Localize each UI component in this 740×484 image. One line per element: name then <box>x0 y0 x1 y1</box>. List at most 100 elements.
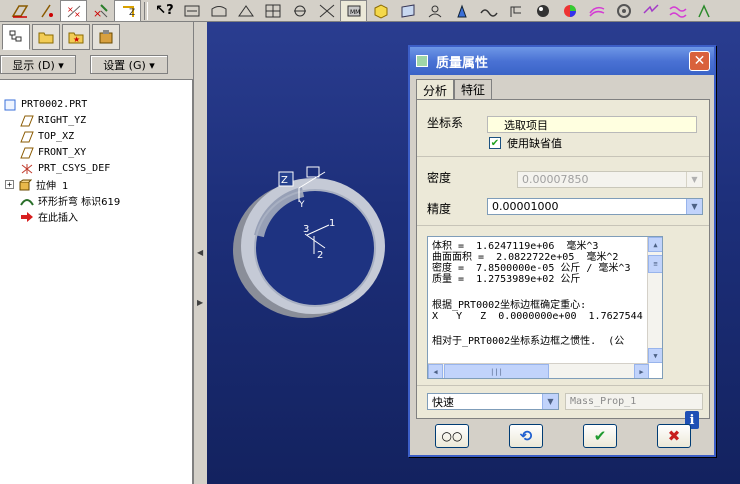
section-icon[interactable] <box>286 0 313 22</box>
dialog-titlebar[interactable]: 质量属性 <box>410 47 714 75</box>
favorites-tab[interactable]: ★ <box>62 24 90 50</box>
scroll-thumb[interactable]: ≡ <box>648 255 662 273</box>
precision-field[interactable]: 0.00001000 ▼ <box>487 198 703 215</box>
tree-buttons: 显示 (D) ▾ 设置 (G) ▾ <box>0 55 193 75</box>
result-line: 质量 = 1.2753989e+02 公斤 <box>432 274 581 285</box>
tab-analysis[interactable]: 分析 <box>416 79 455 100</box>
show-button-label: 显示 (D) ▾ <box>12 58 64 72</box>
analysis-toolbar: × × × Z ↖? MM <box>0 0 740 22</box>
draft-check-icon[interactable] <box>502 0 529 22</box>
settings-dropdown-button[interactable]: 设置 (G) ▾ <box>90 55 168 74</box>
horizontal-scrollbar[interactable]: ◀ ||| ▶ <box>428 363 649 378</box>
point-icon[interactable]: × <box>87 0 114 22</box>
preview-button[interactable]: ○○ <box>435 424 469 448</box>
tree-item-label: FRONT_XY <box>38 147 87 158</box>
vertical-scrollbar[interactable]: ▲ ≡ ▼ <box>647 237 662 363</box>
chevron-down-icon[interactable]: ▼ <box>686 199 702 214</box>
insert-here-arrow-icon <box>20 211 34 223</box>
scroll-thumb[interactable]: ||| <box>444 364 549 378</box>
svg-text:Z: Z <box>129 8 135 18</box>
use-default-checkbox[interactable]: ✔ <box>489 137 501 149</box>
curve-analysis-icon[interactable] <box>313 0 340 22</box>
folder-browser-tab[interactable] <box>32 24 60 50</box>
toolbar-separator <box>144 1 148 20</box>
surface-analysis-icon[interactable] <box>394 0 421 22</box>
ok-button[interactable]: ✔ <box>583 424 617 448</box>
results-text-area[interactable]: 体积 = 1.6247119e+06 毫米^3 曲面面积 = 2.0822722… <box>427 236 663 379</box>
tree-item-insert-here[interactable]: 在此插入 <box>20 209 78 224</box>
model-tree-panel: ★ 显示 (D) ▾ 设置 (G) ▾ PRT0002.PRT RIGHT_YZ… <box>0 22 193 484</box>
curvature-icon[interactable] <box>448 0 475 22</box>
analysis-name-field[interactable]: Mass_Prop_1 <box>565 393 703 410</box>
scroll-left-icon[interactable]: ◀ <box>428 364 443 378</box>
deviation-icon[interactable] <box>637 0 664 22</box>
measure-area-icon[interactable] <box>205 0 232 22</box>
csys-icon <box>20 163 34 175</box>
panel-splitter[interactable]: ◀ ▶ <box>193 22 207 484</box>
tree-item-part[interactable]: PRT0002.PRT <box>3 97 87 112</box>
show-dropdown-button[interactable]: 显示 (D) ▾ <box>0 55 76 74</box>
svg-text:×: × <box>93 7 102 19</box>
dialog-tabs: 分析 特征 <box>416 79 493 100</box>
whats-this-icon[interactable]: ↖? <box>151 0 178 22</box>
offset-icon[interactable] <box>475 0 502 22</box>
draft-icon[interactable] <box>691 0 718 22</box>
divider <box>417 225 709 226</box>
mass-properties-icon[interactable]: MM <box>340 0 367 22</box>
tree-item-extrude[interactable]: + 拉伸 1 <box>5 177 68 192</box>
model-analysis-icon[interactable] <box>259 0 286 22</box>
expand-icon[interactable]: + <box>5 180 14 189</box>
shade-icon[interactable] <box>367 0 394 22</box>
tab-feature[interactable]: 特征 <box>454 79 493 99</box>
csys-icon[interactable]: Z <box>114 0 141 22</box>
svg-text:MM: MM <box>350 9 360 16</box>
model-tree-tab[interactable] <box>2 24 30 50</box>
measure-distance-icon[interactable] <box>178 0 205 22</box>
dihedral-icon[interactable] <box>664 0 691 22</box>
axis-icon[interactable]: × × <box>60 0 87 22</box>
result-line: X Y Z 0.0000000e+00 1.7627544 <box>432 311 643 322</box>
tree-item-top[interactable]: TOP_XZ <box>20 129 74 144</box>
chevron-down-icon[interactable]: ▼ <box>542 394 558 409</box>
chevron-down-icon: ▼ <box>686 172 702 187</box>
connections-tab[interactable] <box>92 24 120 50</box>
measure-angle-icon[interactable] <box>232 0 259 22</box>
datum-plane-icon <box>20 115 34 127</box>
glasses-icon: ○○ <box>441 429 463 443</box>
scroll-up-icon[interactable]: ▲ <box>648 237 662 252</box>
refresh-icon: ⟲ <box>519 427 533 445</box>
close-icon: ✕ <box>693 53 706 69</box>
divider <box>417 385 709 386</box>
mode-value: 快速 <box>432 395 454 409</box>
tree-item-front[interactable]: FRONT_XY <box>20 145 86 160</box>
cancel-button[interactable]: ✖ <box>657 424 691 448</box>
svg-text:×: × <box>74 10 81 19</box>
mode-select[interactable]: 快速 ▼ <box>427 393 559 410</box>
collapse-left-icon[interactable]: ◀ <box>197 248 203 257</box>
scroll-right-icon[interactable]: ▶ <box>634 364 649 378</box>
result-line: 体积 = 1.6247119e+06 毫米^3 <box>432 241 599 252</box>
result-line: 相对于_PRT0002坐标系边框之惯性. (公 <box>432 336 625 347</box>
navigator-tabs: ★ <box>0 24 193 52</box>
select-item-text: 选取项目 <box>504 118 548 132</box>
tree-item-right[interactable]: RIGHT_YZ <box>20 113 86 128</box>
csys-select-field[interactable]: 选取项目 <box>487 116 697 133</box>
tree-item-toroidal-bend[interactable]: 环形折弯 标识619 <box>20 193 120 208</box>
tree-item-csys[interactable]: PRT_CSYS_DEF <box>20 161 110 176</box>
csys-label-3: 3 <box>303 224 309 235</box>
sketch-icon[interactable] <box>6 0 33 22</box>
datum-icon[interactable] <box>33 0 60 22</box>
datum-plane-icon <box>20 147 34 159</box>
precision-label: 精度 <box>427 202 452 216</box>
reflection-icon[interactable] <box>583 0 610 22</box>
color-map-icon[interactable] <box>556 0 583 22</box>
analysis-panel: 坐标系 选取项目 ✔ 使用缺省值 密度 0.00007850 ▼ 精度 0.00… <box>416 99 710 429</box>
close-button[interactable]: ✕ <box>689 51 710 71</box>
expand-right-icon[interactable]: ▶ <box>197 298 203 307</box>
scroll-down-icon[interactable]: ▼ <box>648 348 662 363</box>
reference-icon[interactable] <box>421 0 448 22</box>
model-tree: PRT0002.PRT RIGHT_YZ TOP_XZ FRONT_XY PRT… <box>0 79 193 484</box>
slope-icon[interactable] <box>529 0 556 22</box>
repeat-button[interactable]: ⟲ <box>509 424 543 448</box>
shadow-icon[interactable] <box>610 0 637 22</box>
